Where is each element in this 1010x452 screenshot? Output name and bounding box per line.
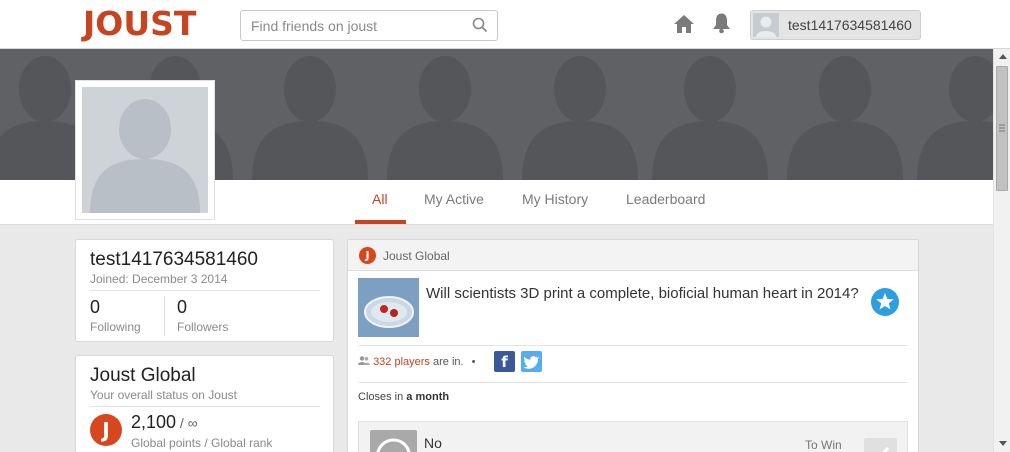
avatar-placeholder-icon (82, 87, 208, 213)
followers-label[interactable]: Followers (177, 320, 228, 334)
profile-picture[interactable] (75, 80, 215, 220)
check-icon (882, 446, 890, 452)
question-card: J Joust Global Will scientists 3D print … (347, 239, 919, 452)
points-value: 2,100 (131, 412, 177, 432)
divider (164, 296, 165, 336)
question-thumbnail[interactable] (358, 278, 419, 337)
divider (358, 345, 908, 346)
players-count[interactable]: 332 players (373, 356, 430, 368)
twitter-icon (523, 356, 540, 369)
bullet: • (471, 356, 476, 368)
username-label: test1417634581460 (788, 17, 912, 33)
points-label: Global points / Global rank (131, 436, 273, 450)
bell-icon[interactable] (711, 12, 732, 39)
global-status-card: Joust Global Your overall status on Jous… (75, 355, 334, 452)
search-input[interactable] (241, 11, 461, 40)
closes-info: Closes in a month (358, 391, 449, 403)
global-title: Joust Global (90, 365, 196, 386)
star-icon[interactable] (870, 287, 900, 322)
joust-logo[interactable]: JOUST (83, 6, 196, 42)
question-card-header: J Joust Global (348, 240, 918, 271)
closes-value: a month (406, 391, 450, 403)
answer-icon (370, 430, 417, 452)
home-icon[interactable] (673, 14, 695, 39)
rank-value: ∞ (187, 415, 198, 431)
select-answer-button[interactable] (864, 438, 897, 452)
answer-label: No (424, 435, 442, 451)
tab-my-history[interactable]: My History (522, 191, 588, 207)
closes-prefix: Closes in (358, 391, 407, 403)
twitter-share-button[interactable] (521, 351, 542, 372)
scroll-up-arrow-icon[interactable] (999, 54, 1007, 59)
search-icon[interactable] (472, 17, 488, 38)
global-points: 2,100 / ∞ (131, 412, 198, 433)
divider (90, 406, 320, 407)
to-win-label: To Win (805, 438, 842, 452)
tab-my-active[interactable]: My Active (424, 191, 484, 207)
top-navbar: JOUST test1417634581460 (0, 0, 1010, 49)
following-label[interactable]: Following (90, 320, 141, 334)
question-source[interactable]: Joust Global (383, 249, 450, 263)
joined-date: Joined: December 3 2014 (90, 272, 228, 286)
avatar (753, 13, 779, 37)
joust-icon: J (359, 247, 376, 264)
answer-option-no[interactable]: No To Win (358, 421, 908, 452)
tab-leaderboard[interactable]: Leaderboard (626, 191, 705, 207)
players-info: 332 players are in. • (358, 356, 476, 368)
user-menu-button[interactable]: test1417634581460 (750, 10, 921, 40)
active-tab-indicator (355, 220, 406, 224)
global-subtitle: Your overall status on Joust (90, 388, 237, 402)
profile-username: test1417634581460 (90, 249, 258, 270)
profile-summary-card: test1417634581460 Joined: December 3 201… (75, 239, 334, 342)
users-icon (358, 356, 370, 365)
joust-badge-icon: J (90, 414, 122, 446)
divider (90, 290, 320, 291)
scrollbar-thumb[interactable] (996, 66, 1008, 191)
question-text[interactable]: Will scientists 3D print a complete, bio… (426, 284, 866, 303)
players-suffix: are in. (429, 356, 464, 368)
scroll-down-arrow-icon[interactable] (999, 441, 1007, 446)
search-box (240, 10, 498, 41)
tab-all[interactable]: All (372, 191, 388, 207)
page-scrollbar[interactable] (993, 49, 1010, 452)
facebook-share-button[interactable]: f (494, 351, 515, 372)
followers-count[interactable]: 0 (177, 297, 187, 318)
following-count[interactable]: 0 (90, 297, 100, 318)
points-separator: / (176, 415, 188, 431)
divider (358, 382, 908, 383)
